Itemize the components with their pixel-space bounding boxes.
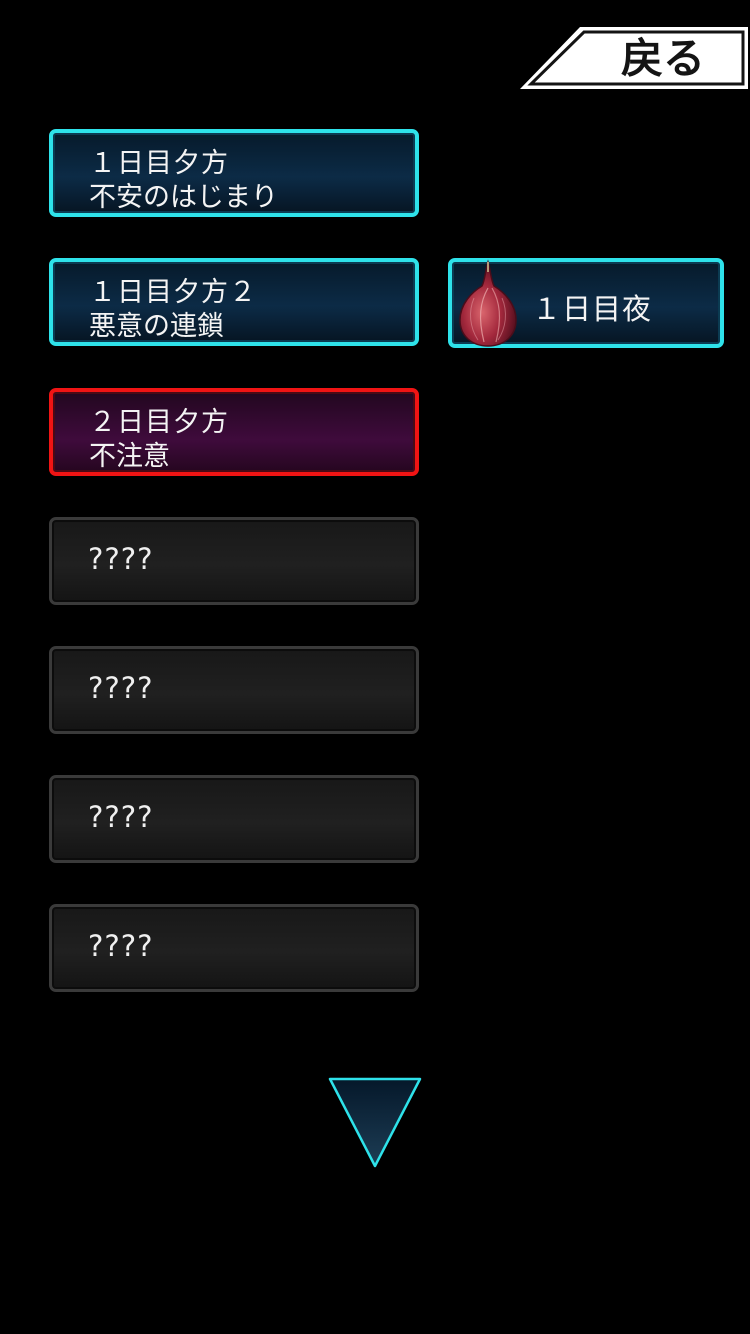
locked-label: ???? xyxy=(88,671,154,705)
scroll-down-triangle-icon xyxy=(328,1077,422,1168)
locked-label: ???? xyxy=(88,929,154,963)
onion-icon xyxy=(454,258,524,356)
chapter-button-5-locked[interactable]: ???? xyxy=(49,646,419,734)
side-chapter-button[interactable]: １日目夜 xyxy=(448,258,724,348)
chapter-button-7-locked[interactable]: ???? xyxy=(49,904,419,992)
side-chapter-label: １日目夜 xyxy=(532,292,653,326)
chapter-1-title: 不安のはじまり xyxy=(89,182,278,213)
chapter-button-6-locked[interactable]: ???? xyxy=(49,775,419,863)
scroll-down-button[interactable] xyxy=(328,1077,422,1169)
chapter-button-1[interactable]: １日目夕方 不安のはじまり xyxy=(49,129,419,217)
back-button[interactable]: 戻る xyxy=(518,25,750,93)
locked-label: ???? xyxy=(88,542,154,576)
locked-label: ???? xyxy=(88,800,154,834)
back-button-label: 戻る xyxy=(620,34,705,83)
chapter-button-3[interactable]: ２日目夕方 不注意 xyxy=(49,388,419,476)
chapter-button-2[interactable]: １日目夕方２ 悪意の連鎖 xyxy=(49,258,419,346)
chapter-button-4-locked[interactable]: ???? xyxy=(49,517,419,605)
chapter-2-title: 悪意の連鎖 xyxy=(89,311,224,342)
chapter-3-title: 不注意 xyxy=(89,441,170,472)
